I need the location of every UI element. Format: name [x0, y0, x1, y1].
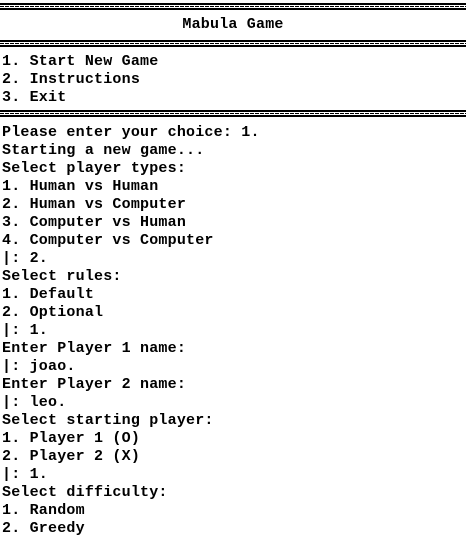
rules-option: 2. Optional [2, 304, 104, 321]
player1-name-input: |: joao. [2, 358, 76, 375]
player2-name-prompt: Enter Player 2 name: [2, 376, 187, 393]
player-type-option: 3. Computer vs Human [2, 214, 187, 231]
menu-item-instructions: 2. Instructions [2, 71, 141, 88]
choice-prompt: Please enter your choice: 1. [2, 124, 260, 141]
rules-heading: Select rules: [2, 268, 122, 285]
separator-title [0, 40, 466, 47]
difficulty-option: 1. Random [2, 502, 85, 519]
player-types-heading: Select player types: [2, 160, 187, 177]
player-type-option: 4. Computer vs Computer [2, 232, 214, 249]
game-title: Mabula Game [182, 16, 284, 33]
player-type-option: 1. Human vs Human [2, 178, 159, 195]
menu-item-exit: 3. Exit [2, 89, 67, 106]
difficulty-heading: Select difficulty: [2, 484, 168, 501]
menu-item-start-new-game: 1. Start New Game [2, 53, 159, 70]
separator-top [0, 3, 466, 10]
rules-option: 1. Default [2, 286, 95, 303]
separator-menu [0, 110, 466, 117]
difficulty-option: 2. Greedy [2, 520, 85, 537]
starting-player-input: |: 1. [2, 466, 49, 483]
player-type-option: 2. Human vs Computer [2, 196, 187, 213]
starting-player-heading: Select starting player: [2, 412, 214, 429]
player-type-input: |: 2. [2, 250, 49, 267]
player1-name-prompt: Enter Player 1 name: [2, 340, 187, 357]
starting-player-option: 2. Player 2 (X) [2, 448, 141, 465]
status-message: Starting a new game... [2, 142, 205, 159]
rules-input: |: 1. [2, 322, 49, 339]
terminal-window: Mabula Game 1. Start New Game 2. Instruc… [0, 0, 466, 541]
player2-name-input: |: leo. [2, 394, 67, 411]
starting-player-option: 1. Player 1 (O) [2, 430, 141, 447]
